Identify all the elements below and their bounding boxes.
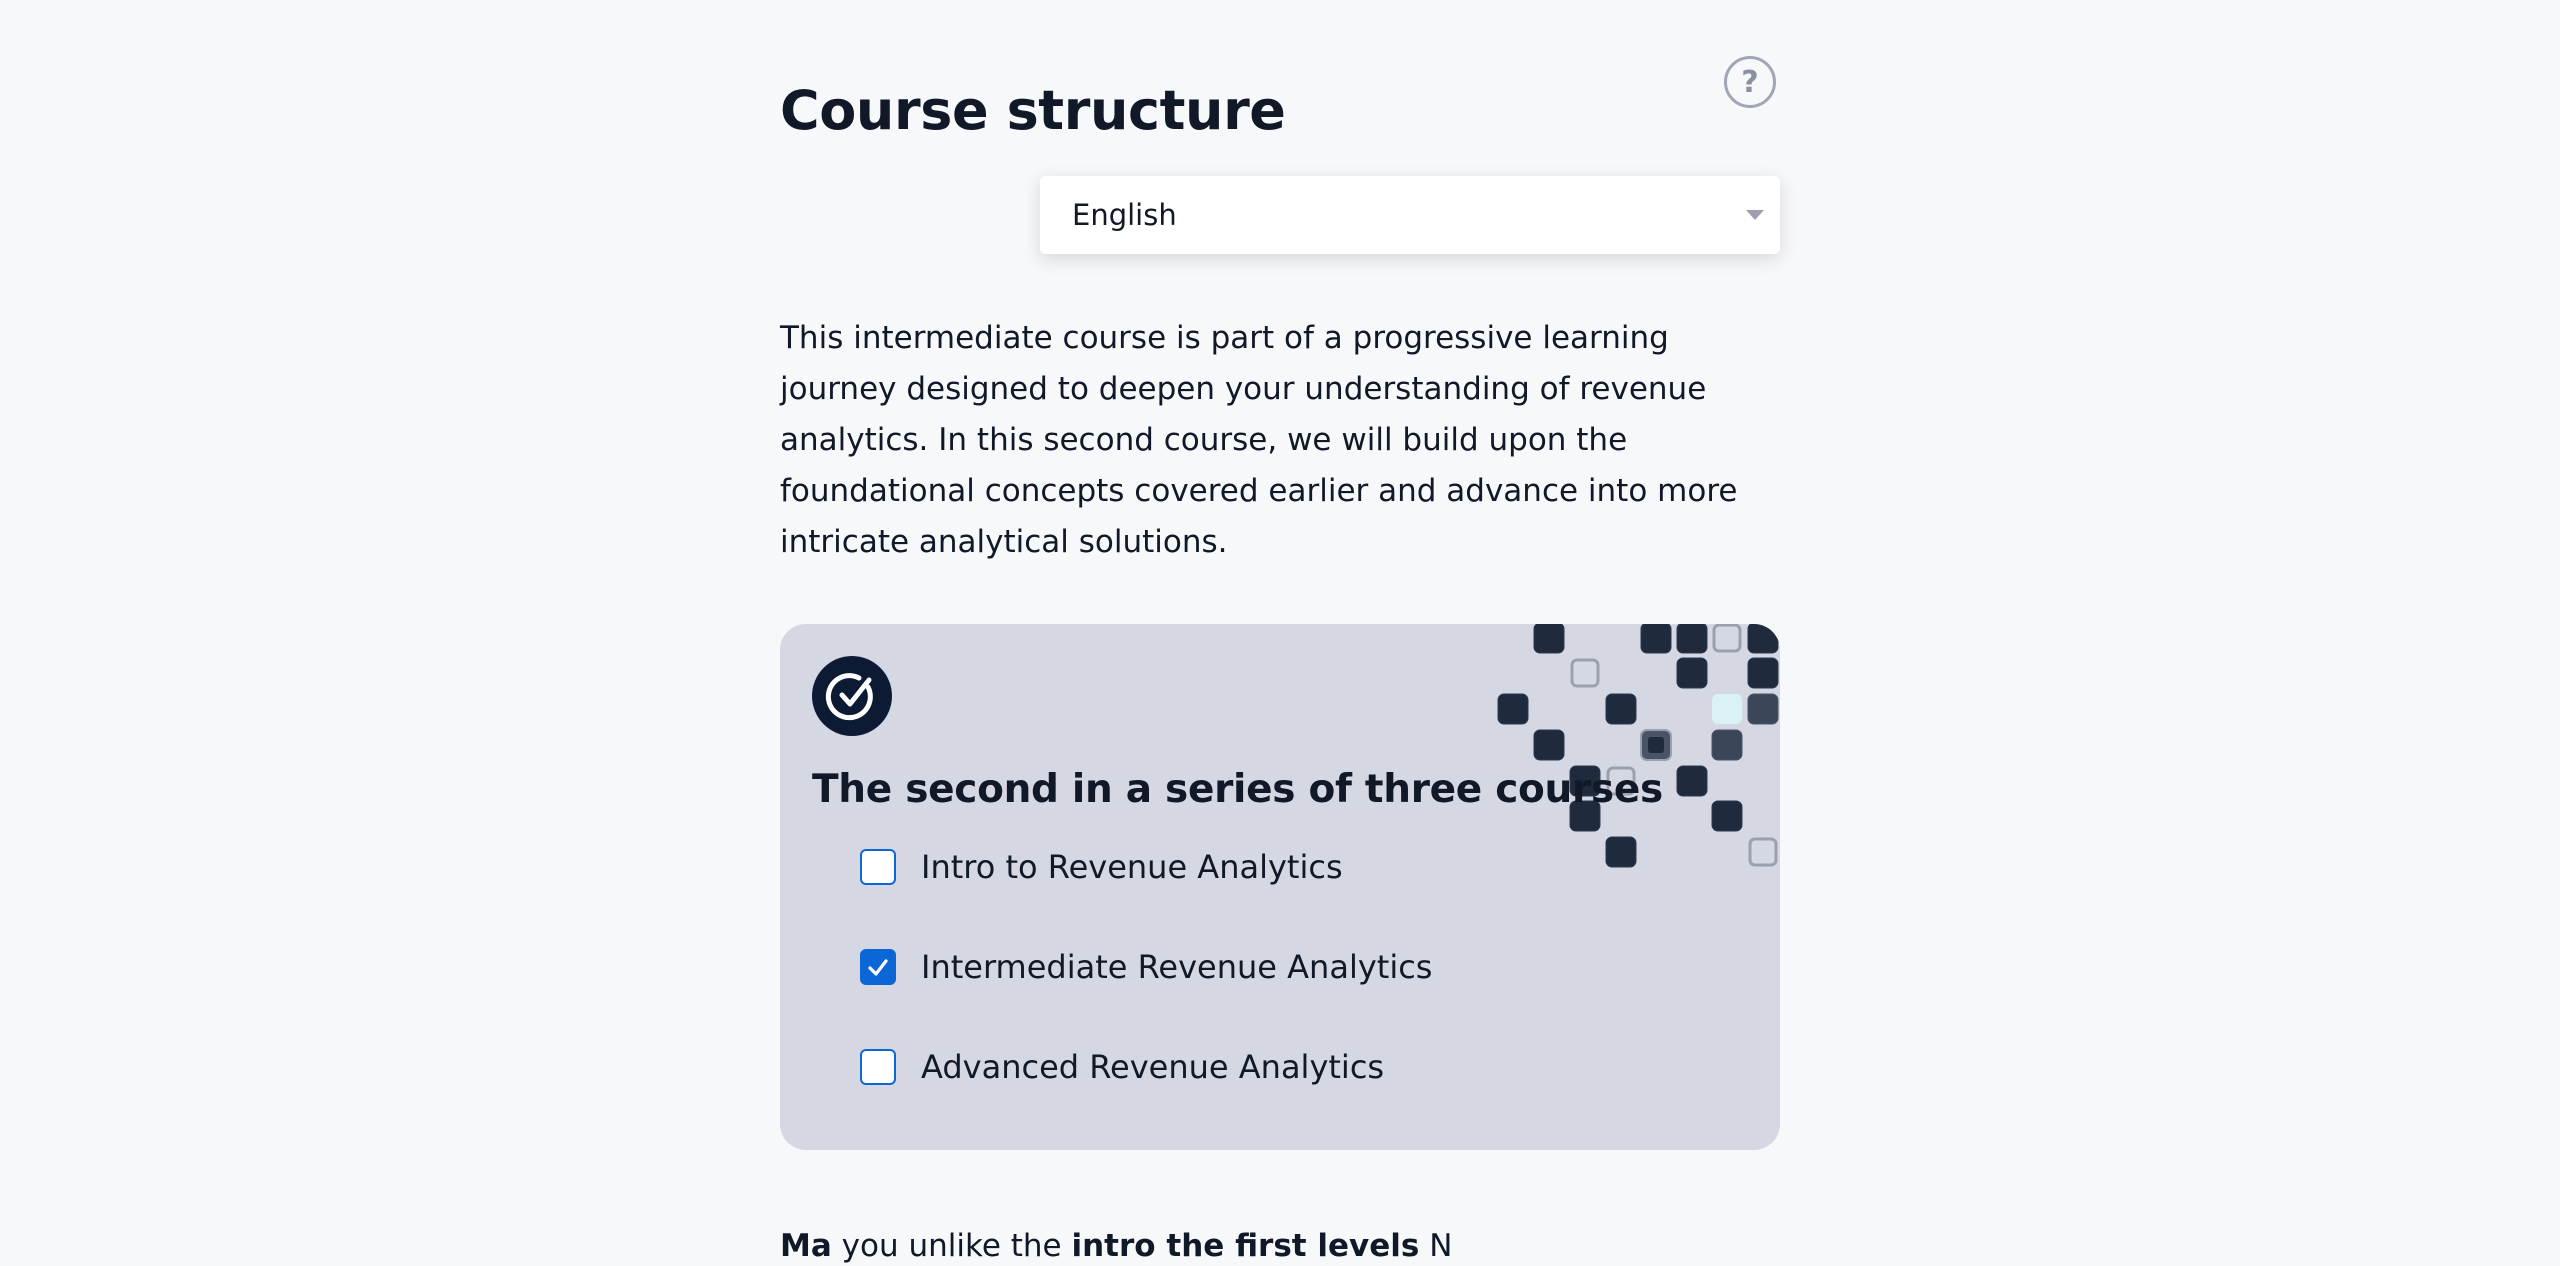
- partial-text-tail: N: [1419, 1228, 1453, 1264]
- series-title: The second in a series of three courses: [812, 767, 1663, 813]
- course-description: This intermediate course is part of a pr…: [780, 320, 1738, 560]
- language-select[interactable]: English: [1040, 176, 1780, 254]
- partial-text-lead: Ma: [780, 1228, 832, 1264]
- course-series-card: The second in a series of three courses …: [780, 624, 1780, 1150]
- chevron-down-icon: [1746, 210, 1764, 220]
- course-option-intro[interactable]: Intro to Revenue Analytics: [860, 841, 1343, 893]
- language-select-value: English: [1072, 198, 1177, 232]
- course-label: Advanced Revenue Analytics: [921, 1048, 1385, 1086]
- course-option-intermediate[interactable]: Intermediate Revenue Analytics: [860, 941, 1432, 993]
- course-option-advanced[interactable]: Advanced Revenue Analytics: [860, 1041, 1384, 1093]
- help-button[interactable]: ?: [1724, 56, 1776, 108]
- checkbox[interactable]: [860, 1049, 896, 1085]
- checkbox[interactable]: [860, 849, 896, 885]
- course-label: Intro to Revenue Analytics: [921, 848, 1343, 886]
- page-title: Course structure: [780, 79, 1286, 143]
- course-label: Intermediate Revenue Analytics: [921, 948, 1433, 986]
- partial-paragraph: Ma you unlike the intro the first levels…: [780, 1226, 1452, 1266]
- partial-text-middle: you unlike the: [831, 1228, 1072, 1264]
- partial-text-bold: intro the first levels: [1071, 1228, 1420, 1264]
- checkbox-checked[interactable]: [860, 949, 896, 985]
- help-icon: ?: [1741, 64, 1759, 100]
- check-circle-icon: [812, 656, 892, 736]
- checkmark-icon: [868, 959, 888, 976]
- main-content: Course structure ? English This intermed…: [780, 0, 1780, 1264]
